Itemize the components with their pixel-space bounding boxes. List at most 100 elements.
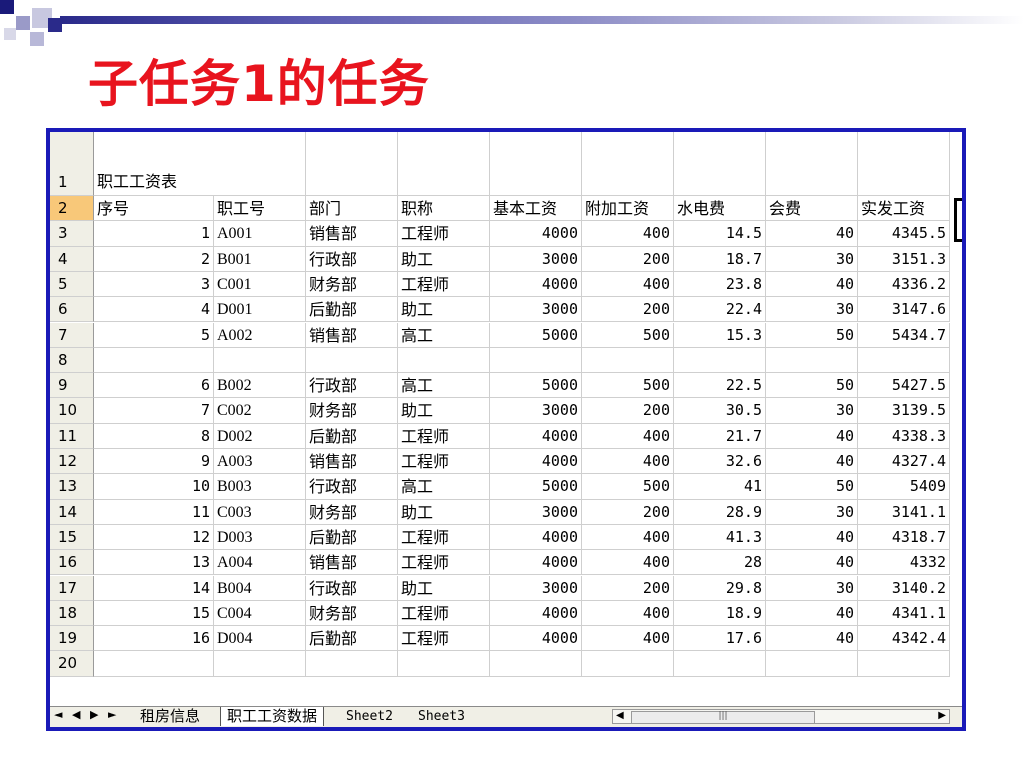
cell-seq[interactable] <box>94 347 214 374</box>
column-heading-staff-id[interactable]: 职工号 <box>214 196 306 222</box>
cell-staff-id[interactable]: A001 <box>214 221 306 247</box>
cell-extra-pay[interactable]: 500 <box>582 322 674 348</box>
cell-dues[interactable]: 50 <box>766 373 858 399</box>
cell-base-pay[interactable]: 5000 <box>490 322 582 348</box>
tab-rent-info[interactable]: 租房信息 <box>134 707 206 726</box>
row-header-9[interactable]: 9 <box>50 373 94 399</box>
cell-title[interactable]: 工程师 <box>398 600 490 627</box>
cell-extra-pay[interactable]: 200 <box>582 297 674 323</box>
cell-net-pay[interactable]: 5434.7 <box>858 322 950 348</box>
cell-staff-id[interactable]: A003 <box>214 449 306 475</box>
cell-extra-pay[interactable]: 400 <box>582 550 674 576</box>
cell-utility[interactable]: 30.5 <box>674 398 766 424</box>
cell-title[interactable]: 工程师 <box>398 221 490 247</box>
cell-dept[interactable]: 财务部 <box>306 499 398 525</box>
cell-seq[interactable]: 16 <box>94 626 214 652</box>
row-header-12[interactable]: 12 <box>50 449 94 475</box>
empty-cell[interactable] <box>306 132 398 196</box>
sheet-title-cell[interactable]: 职工工资表 <box>94 132 214 196</box>
cell-dues[interactable]: 40 <box>766 271 858 298</box>
cell-extra-pay[interactable]: 400 <box>582 449 674 475</box>
cell-dept[interactable]: 后勤部 <box>306 297 398 323</box>
cell-staff-id[interactable]: C001 <box>214 271 306 298</box>
cell-staff-id[interactable] <box>214 651 306 677</box>
cell-base-pay[interactable] <box>490 347 582 374</box>
cell-utility[interactable] <box>674 347 766 374</box>
cell-utility[interactable]: 21.7 <box>674 423 766 449</box>
cell-seq[interactable]: 13 <box>94 550 214 576</box>
cell-title[interactable]: 高工 <box>398 322 490 348</box>
row-header-18[interactable]: 18 <box>50 600 94 627</box>
cell-dues[interactable]: 40 <box>766 524 858 551</box>
cell-staff-id[interactable]: B004 <box>214 575 306 601</box>
cell-staff-id[interactable]: A004 <box>214 550 306 576</box>
cell-extra-pay[interactable] <box>582 651 674 677</box>
cell-dept[interactable]: 销售部 <box>306 221 398 247</box>
cell-dept[interactable]: 销售部 <box>306 322 398 348</box>
cell-seq[interactable]: 8 <box>94 423 214 449</box>
cell-net-pay[interactable]: 3139.5 <box>858 398 950 424</box>
cell-seq[interactable]: 5 <box>94 322 214 348</box>
cell-seq[interactable]: 14 <box>94 575 214 601</box>
row-header-19[interactable]: 19 <box>50 626 94 652</box>
cell-base-pay[interactable]: 4000 <box>490 626 582 652</box>
row-header-20[interactable]: 20 <box>50 651 94 677</box>
cell-dept[interactable]: 销售部 <box>306 449 398 475</box>
column-heading-utility[interactable]: 水电费 <box>674 196 766 222</box>
cell-utility[interactable]: 28 <box>674 550 766 576</box>
cell-dept[interactable]: 行政部 <box>306 246 398 272</box>
tab-sheet3[interactable]: Sheet3 <box>412 707 471 726</box>
cell-dept[interactable] <box>306 651 398 677</box>
cell-dept[interactable]: 财务部 <box>306 600 398 627</box>
empty-cell[interactable] <box>490 132 582 196</box>
cell-utility[interactable]: 32.6 <box>674 449 766 475</box>
cell-staff-id[interactable]: B002 <box>214 373 306 399</box>
row-header-17[interactable]: 17 <box>50 575 94 601</box>
cell-staff-id[interactable]: B003 <box>214 474 306 500</box>
cell-utility[interactable]: 22.4 <box>674 297 766 323</box>
cell-net-pay[interactable] <box>858 651 950 677</box>
first-sheet-icon[interactable]: ◄ <box>54 708 62 721</box>
cell-title[interactable]: 工程师 <box>398 423 490 449</box>
cell-title[interactable]: 助工 <box>398 499 490 525</box>
cell-dues[interactable]: 30 <box>766 499 858 525</box>
cell-net-pay[interactable]: 3147.6 <box>858 297 950 323</box>
row-header-11[interactable]: 11 <box>50 423 94 449</box>
cell-seq[interactable]: 2 <box>94 246 214 272</box>
cell-net-pay[interactable]: 3140.2 <box>858 575 950 601</box>
cell-base-pay[interactable]: 5000 <box>490 474 582 500</box>
horizontal-scrollbar[interactable]: ◀ ||| ▶ <box>612 709 950 724</box>
cell-utility[interactable]: 18.9 <box>674 600 766 627</box>
cell-net-pay[interactable]: 4332 <box>858 550 950 576</box>
cell-extra-pay[interactable]: 400 <box>582 423 674 449</box>
cell-net-pay[interactable]: 3151.3 <box>858 246 950 272</box>
cell-staff-id[interactable]: D003 <box>214 524 306 551</box>
row-header-15[interactable]: 15 <box>50 524 94 551</box>
cell-staff-id[interactable]: D001 <box>214 297 306 323</box>
cell-net-pay[interactable]: 5427.5 <box>858 373 950 399</box>
cell-staff-id[interactable]: C004 <box>214 600 306 627</box>
cell-dept[interactable]: 后勤部 <box>306 524 398 551</box>
cell-title[interactable] <box>398 651 490 677</box>
column-heading-extra-pay[interactable]: 附加工资 <box>582 196 674 222</box>
empty-cell[interactable] <box>858 132 950 196</box>
cell-utility[interactable]: 17.6 <box>674 626 766 652</box>
cell-dues[interactable]: 40 <box>766 626 858 652</box>
cell-dept[interactable]: 后勤部 <box>306 626 398 652</box>
column-heading-seq[interactable]: 序号 <box>94 196 214 222</box>
empty-cell[interactable] <box>214 132 306 196</box>
cell-dues[interactable]: 30 <box>766 398 858 424</box>
cell-base-pay[interactable]: 4000 <box>490 524 582 551</box>
cell-utility[interactable]: 23.8 <box>674 271 766 298</box>
cell-title[interactable]: 高工 <box>398 373 490 399</box>
cell-dept[interactable]: 行政部 <box>306 474 398 500</box>
empty-cell[interactable] <box>582 132 674 196</box>
cell-utility[interactable]: 14.5 <box>674 221 766 247</box>
cell-net-pay[interactable]: 4327.4 <box>858 449 950 475</box>
cell-base-pay[interactable]: 4000 <box>490 550 582 576</box>
cell-dues[interactable]: 50 <box>766 474 858 500</box>
cell-title[interactable]: 工程师 <box>398 449 490 475</box>
row-header-13[interactable]: 13 <box>50 474 94 500</box>
column-heading-dept[interactable]: 部门 <box>306 196 398 222</box>
cell-extra-pay[interactable]: 200 <box>582 398 674 424</box>
